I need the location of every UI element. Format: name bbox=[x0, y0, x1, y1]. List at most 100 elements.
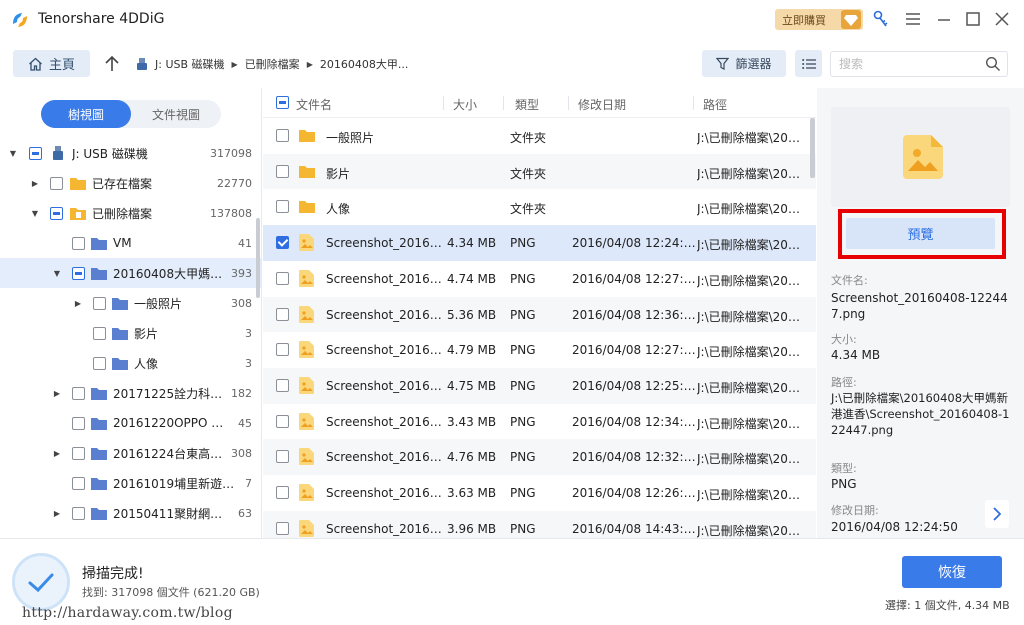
table-row[interactable]: Screenshot_20160... 5.36 MB PNG 2016/04/08 … bbox=[263, 296, 816, 333]
tree-item-existing-files[interactable]: ▶ 已存在檔案 22770 bbox=[0, 168, 261, 198]
breadcrumb-item[interactable]: J: USB 磁碟機 bbox=[155, 56, 225, 72]
tree-item-20161224[interactable]: ▶ 20161224台東高雄... 308 bbox=[0, 438, 261, 468]
folder-icon bbox=[299, 201, 315, 214]
home-button[interactable]: 主頁 bbox=[13, 50, 90, 77]
table-row[interactable]: 人像 文件夾 J:\已刪除檔案\201... bbox=[263, 189, 816, 226]
table-row[interactable]: Screenshot_20160... 4.76 MB PNG 2016/04/08 … bbox=[263, 439, 816, 475]
minimize-icon[interactable] bbox=[933, 8, 955, 30]
expand-right-icon[interactable]: ▶ bbox=[31, 179, 39, 188]
tree-checkbox[interactable] bbox=[50, 176, 63, 190]
expand-right-icon[interactable]: ▶ bbox=[53, 509, 61, 518]
row-checkbox[interactable] bbox=[276, 236, 289, 250]
row-checkbox[interactable] bbox=[276, 521, 289, 535]
tree-scrollbar[interactable] bbox=[256, 218, 260, 298]
close-icon[interactable] bbox=[991, 8, 1013, 30]
search-icon[interactable] bbox=[985, 56, 1001, 72]
restore-button[interactable]: 恢復 bbox=[902, 556, 1002, 588]
tree-item-videos[interactable]: 影片 3 bbox=[0, 318, 261, 348]
table-row[interactable]: Screenshot_20160... 4.74 MB PNG 2016/04/08 … bbox=[263, 260, 816, 297]
filter-button[interactable]: 篩選器 bbox=[702, 50, 786, 77]
row-checkbox[interactable] bbox=[276, 486, 289, 499]
expand-right-icon[interactable]: ▶ bbox=[53, 389, 61, 398]
tree-checkbox[interactable] bbox=[93, 326, 106, 340]
breadcrumb-item[interactable]: 已刪除檔案 bbox=[245, 56, 300, 72]
up-arrow-icon[interactable] bbox=[103, 55, 121, 73]
file-date: 2016/04/08 12:36:18 bbox=[572, 307, 697, 322]
table-row[interactable]: Screenshot_20160... 3.43 MB PNG 2016/04/08 … bbox=[263, 403, 816, 440]
expand-right-icon[interactable]: ▶ bbox=[74, 299, 82, 308]
breadcrumb-item[interactable]: 20160408大甲... bbox=[320, 56, 408, 72]
row-checkbox[interactable] bbox=[276, 414, 289, 428]
tree-checkbox[interactable] bbox=[93, 356, 106, 370]
tree-checkbox[interactable] bbox=[72, 236, 85, 250]
tree-checkbox[interactable] bbox=[72, 266, 85, 280]
tree-item-20161019[interactable]: 20161019埔里新遊程... 7 bbox=[0, 468, 261, 498]
tree-item-portraits[interactable]: 人像 3 bbox=[0, 348, 261, 378]
file-size: 5.36 MB bbox=[447, 307, 497, 322]
menu-icon[interactable] bbox=[902, 8, 924, 30]
row-checkbox[interactable] bbox=[276, 307, 289, 321]
list-scrollbar[interactable] bbox=[810, 118, 815, 178]
table-row[interactable]: Screenshot_20160... 3.63 MB PNG 2016/04/08 … bbox=[263, 475, 816, 511]
tab-file-view[interactable]: 文件視圖 bbox=[131, 100, 221, 128]
table-row[interactable]: Screenshot_20160... 4.75 MB PNG 2016/04/08 … bbox=[263, 367, 816, 404]
column-header-path[interactable]: 路徑 bbox=[703, 96, 727, 113]
table-row[interactable]: 一般照片 文件夾 J:\已刪除檔案\201... bbox=[263, 118, 816, 154]
tree-checkbox[interactable] bbox=[93, 296, 106, 310]
tree-checkbox[interactable] bbox=[50, 206, 63, 220]
maximize-icon[interactable] bbox=[962, 8, 984, 30]
table-row[interactable]: Screenshot_20160... 4.79 MB PNG 2016/04/08 … bbox=[263, 332, 816, 368]
row-checkbox[interactable] bbox=[276, 378, 289, 392]
file-name: Screenshot_20160... bbox=[326, 236, 446, 251]
key-icon[interactable] bbox=[870, 8, 892, 30]
file-size: 4.79 MB bbox=[447, 343, 497, 358]
tree-checkbox[interactable] bbox=[72, 386, 85, 400]
filter-label: 篩選器 bbox=[735, 57, 772, 71]
row-checkbox[interactable] bbox=[276, 164, 289, 178]
tree-item-general-photos[interactable]: ▶ 一般照片 308 bbox=[0, 288, 261, 318]
detail-label-size: 大小: bbox=[831, 333, 857, 346]
row-checkbox[interactable] bbox=[276, 129, 289, 142]
column-header-date[interactable]: 修改日期 bbox=[578, 96, 626, 113]
column-header-name[interactable]: 文件名 bbox=[296, 96, 332, 113]
column-header-type[interactable]: 類型 bbox=[515, 96, 539, 113]
search-input[interactable] bbox=[831, 52, 981, 76]
expand-down-icon[interactable]: ▼ bbox=[31, 209, 39, 218]
tab-tree-view[interactable]: 樹視圖 bbox=[41, 100, 131, 128]
app-logo-icon bbox=[13, 13, 27, 27]
row-checkbox[interactable] bbox=[276, 343, 289, 357]
tree-checkbox[interactable] bbox=[29, 146, 42, 160]
tree-item-usb-drive[interactable]: ▼ J: USB 磁碟機 317098 bbox=[0, 138, 261, 168]
tree-checkbox[interactable] bbox=[72, 506, 85, 520]
expand-down-icon[interactable]: ▼ bbox=[53, 269, 61, 278]
tree-item-20160408[interactable]: ▼ 20160408大甲媽新... 393 bbox=[0, 258, 261, 288]
folder-icon bbox=[91, 388, 107, 400]
tree-item-count: 63 bbox=[238, 506, 252, 520]
row-checkbox[interactable] bbox=[276, 450, 289, 464]
column-header-size[interactable]: 大小 bbox=[453, 96, 477, 113]
folder-icon bbox=[299, 165, 315, 178]
tree-item-20161220[interactable]: 20161220OPPO R9s... 45 bbox=[0, 408, 261, 438]
next-arrow-button[interactable] bbox=[985, 500, 1009, 528]
tree-item-20171225[interactable]: ▶ 20171225詮力科技... 182 bbox=[0, 378, 261, 408]
select-all-checkbox[interactable] bbox=[276, 96, 289, 109]
tree-item-vm[interactable]: VM 41 bbox=[0, 228, 261, 258]
tree-checkbox[interactable] bbox=[72, 476, 85, 490]
row-checkbox[interactable] bbox=[276, 200, 289, 214]
tree-checkbox[interactable] bbox=[72, 416, 85, 430]
expand-down-icon[interactable]: ▼ bbox=[9, 149, 17, 158]
folder-icon bbox=[91, 238, 107, 250]
tree-item-count: 317098 bbox=[210, 146, 252, 160]
tree-item-label: 20161224台東高雄... bbox=[113, 446, 225, 461]
expand-right-icon[interactable]: ▶ bbox=[53, 449, 61, 458]
tree-item-deleted-files[interactable]: ▼ 已刪除檔案 137808 bbox=[0, 198, 261, 228]
table-row[interactable]: 影片 文件夾 J:\已刪除檔案\201... bbox=[263, 153, 816, 190]
table-row[interactable]: Screenshot_20160... 4.34 MB PNG 2016/04/08 … bbox=[263, 225, 816, 261]
table-row[interactable]: Screenshot_20160... 3.96 MB PNG 2016/04/08 … bbox=[263, 510, 816, 538]
tree-item-20150411[interactable]: ▶ 20150411聚財網資料 63 bbox=[0, 498, 261, 528]
file-name: Screenshot_20160... bbox=[326, 271, 446, 286]
list-view-button[interactable] bbox=[795, 50, 822, 77]
tree-checkbox[interactable] bbox=[72, 446, 85, 460]
row-checkbox[interactable] bbox=[276, 271, 289, 285]
buy-now-button[interactable]: 立即購買 bbox=[775, 9, 863, 30]
